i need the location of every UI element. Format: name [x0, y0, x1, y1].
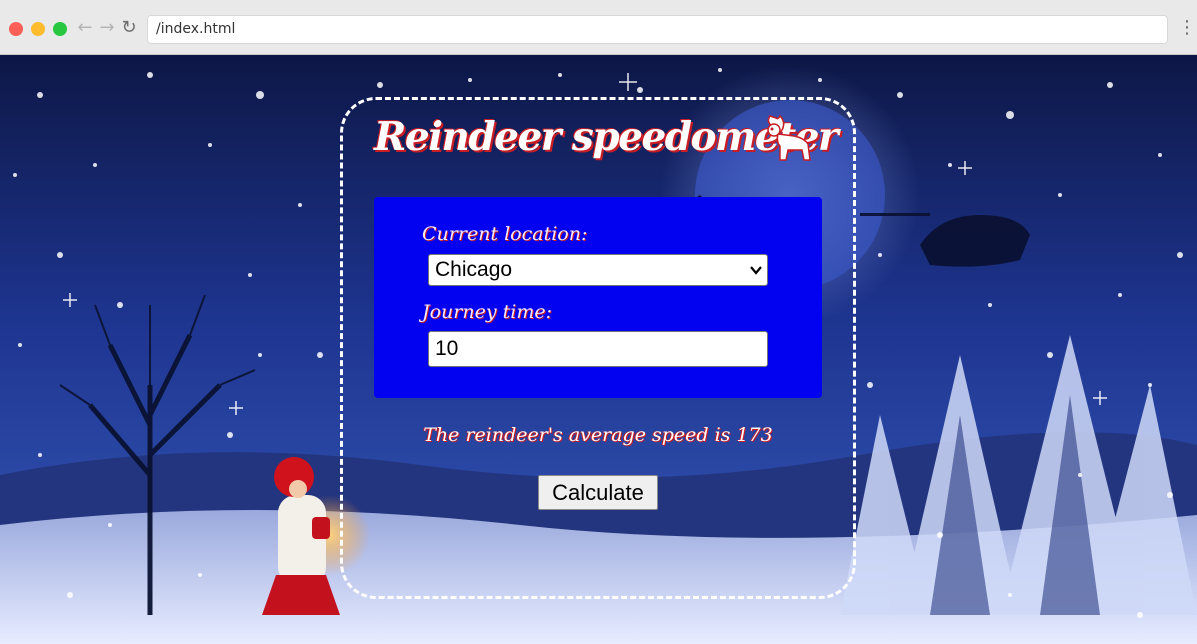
calculate-button[interactable]: Calculate: [538, 475, 658, 510]
journey-time-input[interactable]: 10: [428, 331, 768, 367]
speed-result: The reindeer's average speed is 173: [423, 424, 773, 446]
maximize-window-button[interactable]: [53, 22, 67, 36]
close-window-button[interactable]: [9, 22, 23, 36]
title-row: Reindeer speedometer: [0, 108, 1197, 168]
browser-toolbar: ← → ↻ /index.html ⋮: [0, 0, 1197, 55]
location-select-value: Chicago: [435, 258, 513, 281]
browser-window: ← → ↻ /index.html ⋮ Reindeer speedometer…: [0, 0, 1197, 644]
vertical-dots-icon[interactable]: ⋮: [1178, 17, 1196, 39]
reindeer-icon: [767, 114, 811, 161]
arrow-left-icon[interactable]: ←: [75, 17, 95, 39]
journey-time-value: 10: [435, 337, 459, 360]
minimize-window-button[interactable]: [31, 22, 45, 36]
reload-icon[interactable]: ↻: [119, 17, 139, 39]
location-select[interactable]: Chicago: [428, 254, 768, 286]
chevron-down-icon: [750, 266, 762, 275]
location-label: Current location:: [422, 223, 588, 245]
input-panel: Current location: Chicago Journey time: …: [374, 197, 822, 398]
address-bar[interactable]: /index.html: [147, 15, 1168, 44]
arrow-right-icon[interactable]: →: [97, 17, 117, 39]
journey-time-label: Journey time:: [422, 301, 553, 323]
